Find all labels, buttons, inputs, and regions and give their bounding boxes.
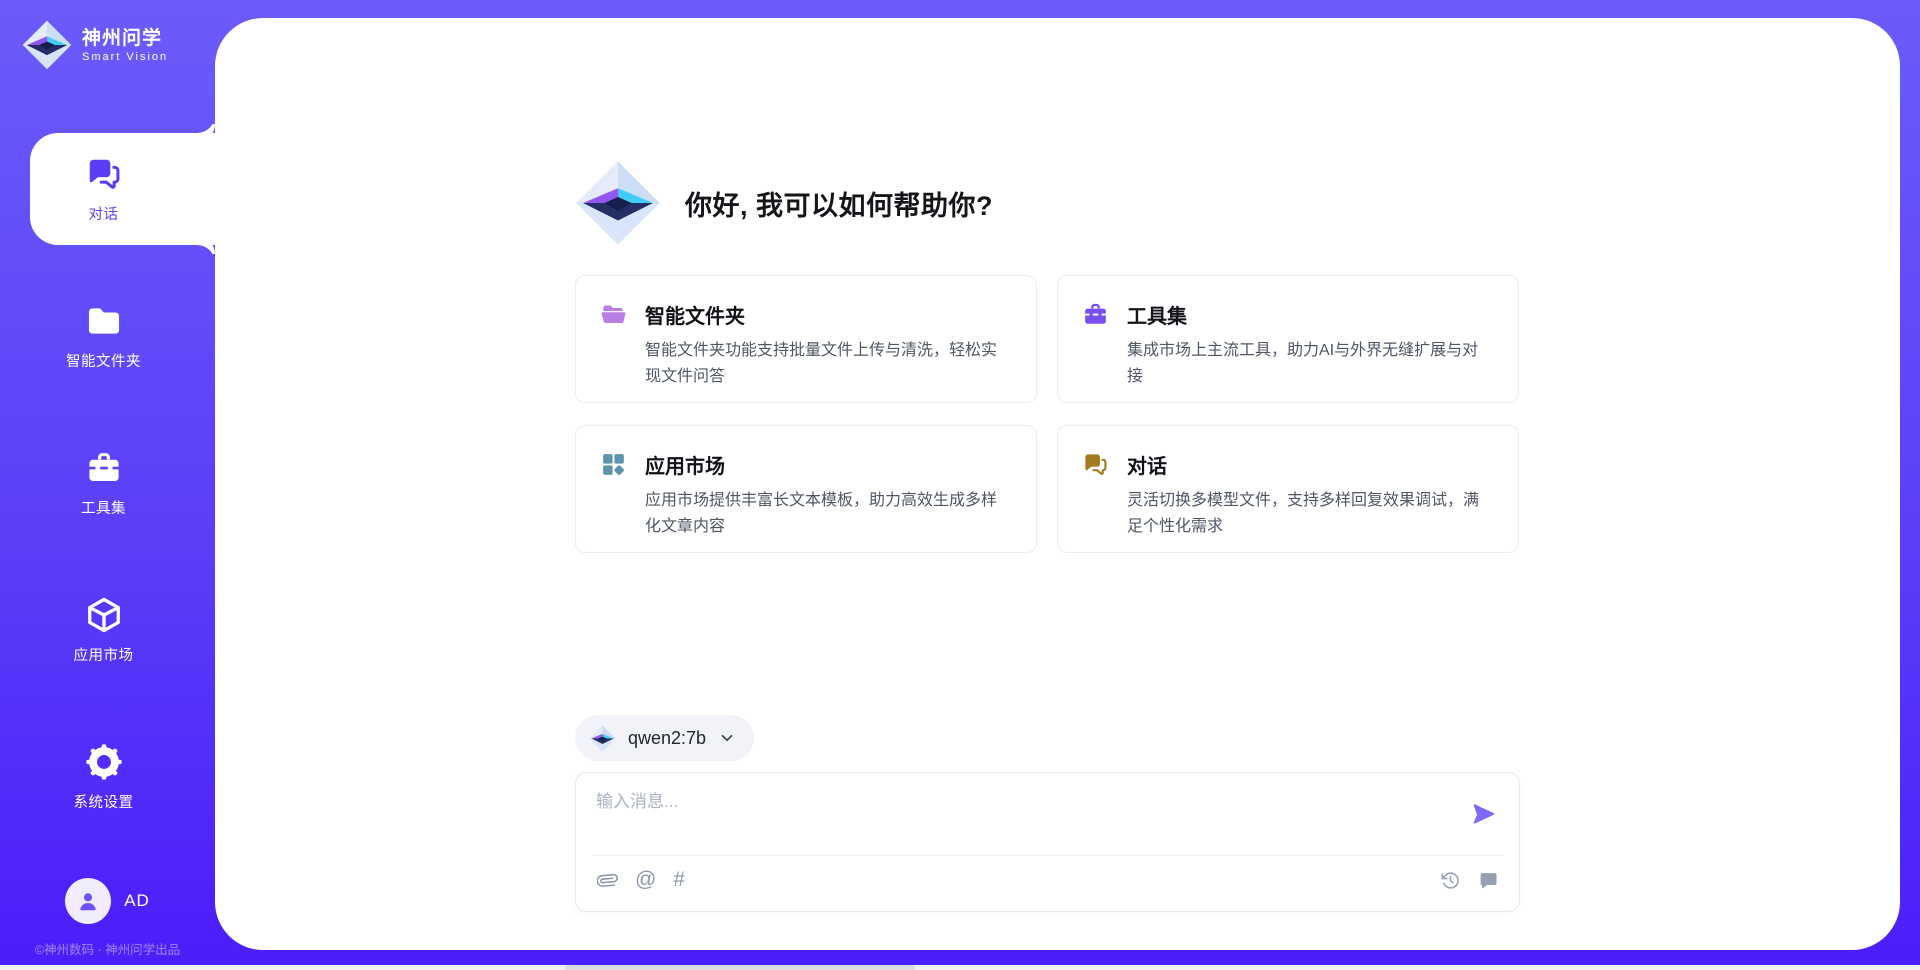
composer-toolbar: @ #: [596, 869, 1499, 891]
app-grid-icon: [600, 451, 627, 478]
model-selector[interactable]: qwen2:7b: [575, 715, 754, 761]
brand-name: 神州问学: [82, 27, 168, 51]
sidebar-item-label: 对话: [89, 203, 119, 224]
scrollbar-thumb[interactable]: [565, 965, 915, 970]
main-panel: 你好, 我可以如何帮助你? 智能文件夹 智能文件夹功能支持批量文件上传与清洗，轻…: [215, 18, 1900, 950]
brand-subtitle: Smart Vision: [82, 51, 168, 64]
greeting-text: 你好, 我可以如何帮助你?: [685, 184, 993, 223]
greeting-block: 你好, 我可以如何帮助你?: [575, 160, 993, 246]
gear-icon: [84, 742, 124, 782]
avatar: [65, 878, 111, 924]
card-title: 对话: [1127, 450, 1167, 479]
content-column: 你好, 我可以如何帮助你? 智能文件夹 智能文件夹功能支持批量文件上传与清洗，轻…: [575, 18, 1520, 950]
brand: 神州问学 Smart Vision: [22, 20, 168, 70]
brand-logo-icon: [22, 20, 72, 70]
sidebar-item-smart-folder[interactable]: 智能文件夹: [30, 280, 215, 392]
paperclip-icon[interactable]: [596, 869, 618, 891]
card-smart-folder[interactable]: 智能文件夹 智能文件夹功能支持批量文件上传与清洗，轻松实现文件问答: [575, 275, 1037, 403]
folder-icon: [84, 301, 124, 341]
toolbox-icon: [84, 448, 124, 488]
cube-icon: [84, 595, 124, 635]
card-description: 灵活切换多模型文件，支持多样回复效果调试，满足个性化需求: [1127, 488, 1494, 540]
hash-icon[interactable]: #: [673, 869, 685, 891]
briefcase-icon: [1082, 301, 1109, 328]
sidebar-item-toolset[interactable]: 工具集: [30, 427, 215, 539]
message-input[interactable]: [596, 787, 1456, 843]
history-icon[interactable]: [1439, 869, 1461, 891]
card-toolset[interactable]: 工具集 集成市场上主流工具，助力AI与外界无缝扩展与对接: [1057, 275, 1519, 403]
send-icon[interactable]: [1471, 801, 1497, 827]
card-description: 集成市场上主流工具，助力AI与外界无缝扩展与对接: [1127, 338, 1494, 390]
sidebar-item-label: 工具集: [81, 497, 126, 518]
sidebar-item-chat[interactable]: 对话: [30, 133, 215, 245]
sidebar-nav: 对话 智能文件夹 工具集 应用市场 系统设置: [0, 133, 215, 833]
assistant-logo-icon: [575, 160, 661, 246]
chevron-down-icon: [718, 729, 736, 747]
sidebar-item-settings[interactable]: 系统设置: [30, 721, 215, 833]
user-name: AD: [124, 891, 150, 911]
composer-divider: [592, 855, 1503, 856]
sidebar-item-label: 系统设置: [74, 791, 134, 812]
horizontal-scrollbar[interactable]: [0, 965, 1920, 970]
chat-icon: [84, 154, 124, 194]
card-chat[interactable]: 对话 灵活切换多模型文件，支持多样回复效果调试，满足个性化需求: [1057, 425, 1519, 553]
sidebar-item-label: 智能文件夹: [66, 350, 141, 371]
chat-icon: [1082, 451, 1109, 478]
sidebar-item-label: 应用市场: [74, 644, 134, 665]
model-logo-icon: [589, 725, 616, 752]
feature-cards: 智能文件夹 智能文件夹功能支持批量文件上传与清洗，轻松实现文件问答 工具集 集成…: [575, 275, 1519, 553]
mention-icon[interactable]: @: [635, 869, 656, 891]
model-name: qwen2:7b: [628, 728, 706, 749]
user-icon: [75, 888, 101, 914]
user-profile[interactable]: AD: [0, 878, 215, 924]
card-app-market[interactable]: 应用市场 应用市场提供丰富长文本模板，助力高效生成多样化文章内容: [575, 425, 1037, 553]
folder-open-icon: [600, 301, 627, 328]
card-description: 应用市场提供丰富长文本模板，助力高效生成多样化文章内容: [645, 488, 1012, 540]
sidebar-item-app-market[interactable]: 应用市场: [30, 574, 215, 686]
card-title: 应用市场: [645, 450, 725, 479]
sidebar: 神州问学 Smart Vision 对话 智能文件夹 工具集 应用市场 系统设置…: [0, 0, 215, 970]
card-title: 工具集: [1127, 300, 1187, 329]
chat-bubble-icon[interactable]: [1477, 869, 1499, 891]
message-composer: @ #: [575, 772, 1520, 912]
card-title: 智能文件夹: [645, 300, 745, 329]
copyright-footer: ©神州数码 · 神州问学出品: [0, 939, 215, 958]
card-description: 智能文件夹功能支持批量文件上传与清洗，轻松实现文件问答: [645, 338, 1012, 390]
